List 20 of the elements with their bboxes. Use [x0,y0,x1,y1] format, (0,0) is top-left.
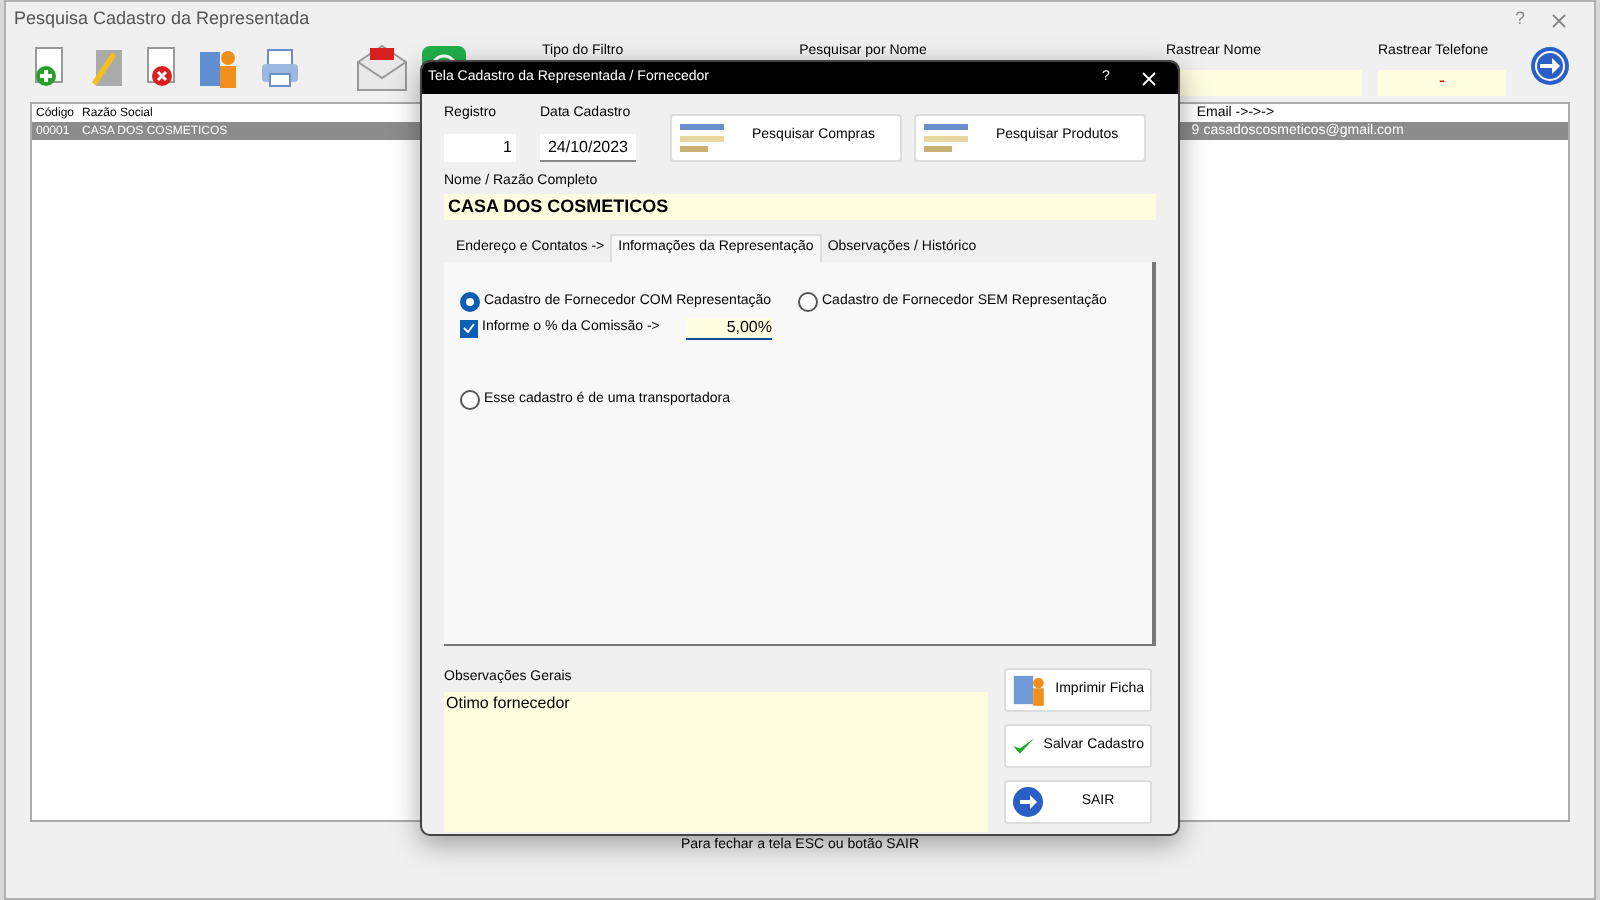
document-person-icon [1012,670,1048,710]
radio-button[interactable] [460,389,480,410]
track-phone-field[interactable]: - [1378,69,1506,95]
people-icon[interactable] [198,46,242,90]
close-icon[interactable] [1138,67,1160,89]
list-icon [924,123,968,151]
list-icon [680,123,724,151]
radio-button[interactable] [798,292,818,313]
commission-field[interactable]: 5,00% [686,317,772,339]
arrow-circle-icon[interactable] [1530,46,1570,86]
printer-icon[interactable] [258,46,302,90]
notes-field[interactable]: Otimo fornecedor [444,691,988,831]
date-field[interactable]: 24/10/2023 [540,133,636,161]
checkbox[interactable] [460,319,478,337]
arrow-circle-icon [1012,786,1044,818]
envelope-icon[interactable] [354,42,410,94]
registro-field[interactable]: 1 [444,133,516,161]
radio-button[interactable] [460,292,480,313]
window-title: Pesquisa Cadastro da Representada [14,6,312,33]
name-field[interactable]: CASA DOS COSMETICOS [444,194,1156,220]
